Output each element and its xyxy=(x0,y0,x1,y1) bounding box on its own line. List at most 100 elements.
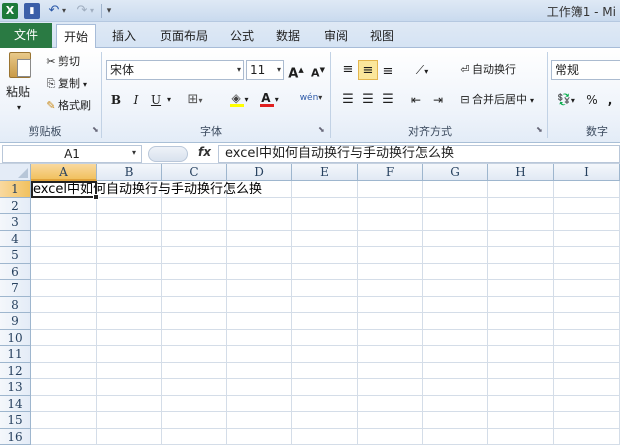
cut-button[interactable]: ✂ 剪切 xyxy=(44,54,80,70)
column-header-f[interactable]: F xyxy=(358,164,423,181)
align-top-button[interactable]: ≡ xyxy=(338,60,358,80)
font-name-combo[interactable]: 宋体 ▾ xyxy=(106,60,244,80)
gridline xyxy=(31,395,620,396)
paste-dropdown-icon[interactable]: ▾ xyxy=(17,100,21,116)
underline-button[interactable]: U xyxy=(148,90,164,110)
active-cell-a1[interactable] xyxy=(31,181,97,198)
shrink-font-button[interactable]: A▼ xyxy=(310,60,326,80)
row-header-15[interactable]: 15 xyxy=(0,412,31,429)
font-launcher-icon[interactable]: ⬊ xyxy=(318,125,325,134)
align-left-button[interactable]: ☰ xyxy=(338,90,358,110)
copy-button[interactable]: ⎘ 复制 ▾ xyxy=(44,76,87,93)
tab-review[interactable]: 审阅 xyxy=(316,24,356,48)
paste-label[interactable]: 粘贴 xyxy=(6,84,30,100)
row-header-14[interactable]: 14 xyxy=(0,396,31,412)
merge-center-button[interactable]: ⊟ 合并后居中 ▾ xyxy=(458,92,534,109)
decrease-indent-button[interactable]: ⇤ xyxy=(406,90,426,110)
tab-view[interactable]: 视图 xyxy=(362,24,402,48)
excel-logo-icon[interactable]: X xyxy=(2,3,18,19)
align-center-button[interactable]: ☰ xyxy=(358,90,378,110)
column-header-i[interactable]: I xyxy=(554,164,620,181)
tab-file[interactable]: 文件 xyxy=(0,23,52,48)
row-header-2[interactable]: 2 xyxy=(0,198,31,214)
row-header-7[interactable]: 7 xyxy=(0,280,31,297)
font-size-combo[interactable]: 11 ▾ xyxy=(246,60,284,80)
tab-formulas[interactable]: 公式 xyxy=(222,24,262,48)
column-header-e[interactable]: E xyxy=(292,164,358,181)
font-color-label: A xyxy=(261,91,271,105)
row-header-8[interactable]: 8 xyxy=(0,297,31,313)
row-header-10[interactable]: 10 xyxy=(0,330,31,346)
row-header-16[interactable]: 16 xyxy=(0,429,31,445)
gridline xyxy=(31,197,620,198)
clipboard-launcher-icon[interactable]: ⬊ xyxy=(92,125,99,134)
formula-input[interactable]: excel中如何自动换行与手动换行怎么换 xyxy=(218,145,620,163)
grow-font-button[interactable]: A▲ xyxy=(288,60,304,81)
italic-button[interactable]: I xyxy=(128,90,144,110)
alignment-launcher-icon[interactable]: ⬊ xyxy=(536,125,543,134)
row-header-9[interactable]: 9 xyxy=(0,313,31,330)
wrap-text-button[interactable]: ⏎ 自动换行 xyxy=(458,62,516,78)
accounting-format-button[interactable]: 💱▾ xyxy=(553,90,579,110)
undo-dropdown-icon[interactable]: ▾ xyxy=(60,3,68,19)
column-header-c[interactable]: C xyxy=(162,164,227,181)
font-size-value: 11 xyxy=(250,63,266,77)
redo-dropdown-icon[interactable]: ▾ xyxy=(88,3,96,19)
column-header-h[interactable]: H xyxy=(488,164,554,181)
fill-color-button[interactable]: ◈ ▾ xyxy=(228,88,252,108)
align-bottom-button[interactable]: ≡ xyxy=(378,62,398,82)
column-header-b[interactable]: B xyxy=(97,164,162,181)
fill-handle[interactable] xyxy=(93,194,99,200)
column-header-d[interactable]: D xyxy=(227,164,292,181)
ribbon-home: 粘贴 ▾ ✂ 剪切 ⎘ 复制 ▾ ✎ 格式刷 剪贴板 ⬊ 宋体 ▾ 11 ▾ A▲ A▼… xyxy=(0,48,620,143)
qat-separator xyxy=(101,4,102,18)
row-header-3[interactable]: 3 xyxy=(0,214,31,231)
formula-bar-divider[interactable] xyxy=(148,146,188,162)
comma-button[interactable]: , xyxy=(604,90,616,110)
number-format-combo[interactable]: 常规 xyxy=(551,60,620,80)
align-right-button[interactable]: ☰ xyxy=(378,90,398,110)
row-header-12[interactable]: 12 xyxy=(0,363,31,379)
format-painter-button[interactable]: ✎ 格式刷 xyxy=(44,98,91,114)
row-header-13[interactable]: 13 xyxy=(0,379,31,396)
borders-button[interactable]: ⊞▾ xyxy=(184,90,206,110)
save-icon[interactable]: ▮ xyxy=(24,3,40,19)
copy-dropdown-icon: ▾ xyxy=(83,80,88,89)
row-header-1[interactable]: 1 xyxy=(0,181,31,198)
select-all-button[interactable] xyxy=(0,164,31,181)
fill-bucket-icon: ◈ xyxy=(231,91,241,105)
chevron-down-icon: ▾ xyxy=(530,96,535,105)
insert-function-icon[interactable]: fx xyxy=(198,145,211,159)
phonetic-button[interactable]: wén▾ xyxy=(296,88,326,108)
row-header-4[interactable]: 4 xyxy=(0,231,31,247)
customize-qat-icon[interactable]: ▾ xyxy=(104,3,114,19)
font-group-label: 字体 xyxy=(200,125,222,138)
font-color-button[interactable]: A ▾ xyxy=(258,88,282,108)
wrap-text-icon: ⏎ xyxy=(460,63,470,76)
name-box-value: A1 xyxy=(64,147,80,161)
underline-dropdown-icon[interactable]: ▾ xyxy=(165,90,173,110)
worksheet-grid[interactable]: A B C D E F G H I 1 2 3 4 5 6 7 8 9 10 1… xyxy=(0,164,620,445)
align-middle-button[interactable]: ≡ xyxy=(358,60,378,80)
increase-indent-button[interactable]: ⇥ xyxy=(428,90,448,110)
gridline xyxy=(31,246,620,247)
orientation-button[interactable]: ⟋▾ xyxy=(410,60,434,80)
tab-insert[interactable]: 插入 xyxy=(104,24,144,48)
tab-home[interactable]: 开始 xyxy=(56,24,96,48)
percent-button[interactable]: % xyxy=(584,90,600,110)
name-box[interactable]: A1 xyxy=(2,145,142,163)
chevron-down-icon[interactable]: ▾ xyxy=(132,148,136,157)
window-title: 工作簿1 - Mi xyxy=(546,5,616,19)
tab-data[interactable]: 数据 xyxy=(268,24,308,48)
bold-button[interactable]: B xyxy=(108,90,124,110)
column-header-g[interactable]: G xyxy=(423,164,488,181)
column-header-a[interactable]: A xyxy=(31,164,97,181)
row-header-11[interactable]: 11 xyxy=(0,346,31,363)
font-name-value: 宋体 xyxy=(110,63,135,77)
group-separator xyxy=(330,52,331,138)
gridline xyxy=(31,411,620,412)
row-header-6[interactable]: 6 xyxy=(0,264,31,280)
tab-page-layout[interactable]: 页面布局 xyxy=(154,24,214,48)
row-header-5[interactable]: 5 xyxy=(0,247,31,264)
cut-label: 剪切 xyxy=(58,55,80,68)
